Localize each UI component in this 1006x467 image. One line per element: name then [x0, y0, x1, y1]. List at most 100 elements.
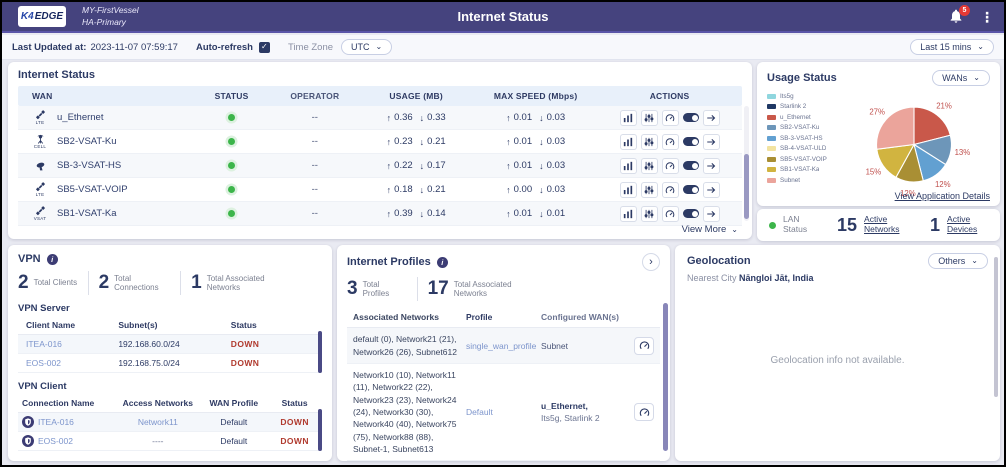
table-row[interactable]: LTE SB5-VSAT-VOIP -- ↑0.18↓0.21 ↑0.00↓0.…	[18, 178, 742, 202]
speed-test-button[interactable]	[662, 182, 679, 198]
access-network-link[interactable]: Network11	[138, 417, 178, 427]
wan-stats-button[interactable]	[620, 110, 637, 126]
auto-refresh-checkbox[interactable]	[259, 42, 270, 53]
wan-details-button[interactable]	[703, 134, 720, 150]
wan-stats-button[interactable]	[620, 182, 637, 198]
usage-filter-select[interactable]: WANs ⌄	[932, 70, 990, 86]
legend-item[interactable]: Subnet	[767, 175, 838, 186]
geolocation-card: Geolocation Others ⌄ Nearest City Nānglo…	[675, 245, 1000, 461]
time-zone-select[interactable]: UTC ⌄	[341, 39, 392, 55]
wan-settings-button[interactable]	[641, 206, 658, 222]
page-title: Internet Status	[2, 9, 1004, 24]
up-arrow-icon: ↑	[387, 161, 392, 171]
table-scrollbar[interactable]	[318, 331, 322, 373]
table-scrollbar[interactable]	[744, 106, 749, 221]
active-devices-link[interactable]: Active Devices	[947, 215, 989, 235]
time-range-select[interactable]: Last 15 mins ⌄	[910, 39, 994, 55]
profile-link[interactable]: single_wan_profile	[466, 341, 536, 351]
speed-test-button[interactable]	[634, 403, 654, 421]
legend-item[interactable]: SB5-VSAT-VOIP	[767, 154, 838, 165]
satellite-icon: LTE	[32, 110, 48, 125]
wan-stats-button[interactable]	[620, 134, 637, 150]
expand-panel-button[interactable]: ›	[642, 253, 660, 271]
view-application-details-link[interactable]: View Application Details	[895, 191, 990, 201]
legend-swatch	[767, 178, 776, 183]
legend-item[interactable]: SB1-VSAT-Ka	[767, 165, 838, 176]
table-row[interactable]: default (0), Network21 (21), Network26 (…	[347, 328, 660, 364]
col-access-networks: Access Networks	[115, 398, 200, 408]
wan-settings-button[interactable]	[641, 134, 658, 150]
table-row[interactable]: EOS-002 192.168.75.0/24 DOWN	[18, 354, 322, 373]
table-row[interactable]: VSAT SB1-VSAT-Ka -- ↑0.39↓0.14 ↑0.01↓0.0…	[18, 202, 742, 226]
speed-test-button[interactable]	[662, 110, 679, 126]
wan-name: u_Ethernet	[57, 112, 103, 123]
profile-link[interactable]: Default	[466, 407, 493, 417]
wan-details-button[interactable]	[703, 182, 720, 198]
info-icon[interactable]: i	[47, 254, 58, 265]
speed-test-button[interactable]	[662, 158, 679, 174]
wan-details-button[interactable]	[703, 110, 720, 126]
vpn-client-link[interactable]: ITEA-016	[26, 339, 62, 349]
legend-item[interactable]: SB-3-VSAT-HS	[767, 133, 838, 144]
table-scrollbar[interactable]	[318, 409, 322, 451]
col-connection-name: Connection Name	[18, 398, 115, 408]
legend-item[interactable]: Starlink 2	[767, 102, 838, 113]
table-row[interactable]: ITEA-016 192.168.60.0/24 DOWN	[18, 335, 322, 354]
access-network-value: ----	[115, 436, 200, 446]
kebab-menu-icon[interactable]: ⋮	[980, 10, 994, 24]
speed-test-button[interactable]	[634, 337, 654, 355]
wan-settings-button[interactable]	[641, 182, 658, 198]
vpn-client-link[interactable]: EOS-002	[26, 358, 61, 368]
chevron-down-icon: ⌄	[731, 228, 738, 232]
k4edge-logo[interactable]: K4 EDGE	[18, 6, 66, 27]
table-row[interactable]: ITEA-016 Network11 Default DOWN	[18, 413, 322, 432]
vpn-connection-link[interactable]: EOS-002	[38, 436, 73, 446]
up-arrow-icon: ↑	[387, 137, 392, 147]
panel-scrollbar[interactable]	[994, 257, 998, 397]
table-row[interactable]: LTE u_Ethernet -- ↑0.36↓0.33 ↑0.01↓0.03	[18, 106, 742, 130]
table-row[interactable]: Network10 (10), Network11 (11), Network2…	[347, 364, 660, 461]
wan-toggle[interactable]	[683, 113, 699, 122]
table-row[interactable]: EOS-002 ---- Default DOWN	[18, 432, 322, 451]
legend-item[interactable]: Its5g	[767, 91, 838, 102]
wan-toggle[interactable]	[683, 137, 699, 146]
table-scrollbar[interactable]	[663, 303, 668, 451]
wan-toggle[interactable]	[683, 185, 699, 194]
legend-item[interactable]: SB-4-VSAT-ULD	[767, 144, 838, 155]
vpn-connection-link[interactable]: ITEA-016	[38, 417, 74, 427]
geolocation-filter-select[interactable]: Others ⌄	[928, 253, 988, 269]
max-speed-value: ↑0.01↓0.01	[474, 208, 597, 219]
scrollbar-thumb[interactable]	[744, 154, 749, 218]
last-updated-label: Last Updated at:	[12, 42, 86, 53]
wan-stats-button[interactable]	[620, 206, 637, 222]
info-icon[interactable]: i	[437, 257, 448, 268]
max-speed-value: ↑0.01↓0.03	[474, 112, 597, 123]
usage-pie-chart[interactable]: 21%13%12%12%15%27%	[838, 91, 990, 198]
wan-toggle[interactable]	[683, 209, 699, 218]
wan-profile-value: Default	[200, 417, 267, 427]
up-arrow-icon: ↑	[506, 161, 511, 171]
table-row[interactable]: SB-3-VSAT-HS -- ↑0.22↓0.17 ↑0.01↓0.03	[18, 154, 742, 178]
speed-test-button[interactable]	[662, 206, 679, 222]
satellite-icon: LTE	[32, 182, 48, 197]
legend-item[interactable]: SB2-VSAT-Ku	[767, 123, 838, 134]
view-more-link[interactable]: View More ⌄	[682, 224, 738, 235]
wan-settings-button[interactable]	[641, 158, 658, 174]
usage-filter-value: WANs	[942, 73, 967, 83]
wan-stats-button[interactable]	[620, 158, 637, 174]
active-networks-link[interactable]: Active Networks	[864, 215, 906, 235]
table-row[interactable]: CELL SB2-VSAT-Ku -- ↑0.23↓0.21 ↑0.01↓0.0…	[18, 130, 742, 154]
internet-status-card: Internet Status WAN STATUS OPERATOR USAG…	[8, 62, 752, 239]
wan-toggle[interactable]	[683, 161, 699, 170]
speed-test-button[interactable]	[662, 134, 679, 150]
status-indicator	[228, 210, 235, 217]
wan-details-button[interactable]	[703, 206, 720, 222]
wan-details-button[interactable]	[703, 158, 720, 174]
subnet-value: 192.168.60.0/24	[118, 339, 230, 349]
nearest-city: Nearest City Nāngloi Jāt, India	[687, 273, 988, 283]
notifications-button[interactable]: 5	[948, 8, 966, 26]
toggle-knob	[692, 163, 698, 169]
lan-status-card: LAN Status 15 Active Networks 1 Active D…	[757, 209, 1000, 241]
wan-settings-button[interactable]	[641, 110, 658, 126]
legend-item[interactable]: u_Ethernet	[767, 112, 838, 123]
